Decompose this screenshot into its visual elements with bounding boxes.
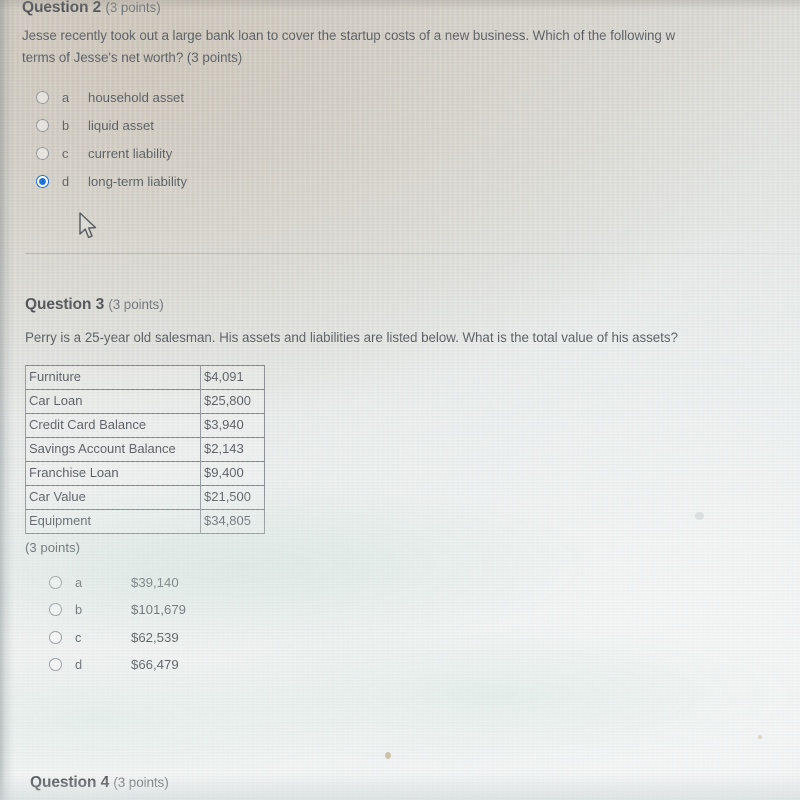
question-4-title: Question 4 <box>30 774 110 791</box>
option-letter-d: d <box>62 173 70 189</box>
asset-value: $2,143 <box>200 437 265 462</box>
table-row: Car Loan $25,800 <box>25 389 265 414</box>
section-divider <box>25 253 800 254</box>
radio-button-b[interactable] <box>49 602 62 616</box>
question-3-points: (3 points) <box>108 297 164 312</box>
question-2-option-b[interactable]: b liquid asset <box>36 115 154 135</box>
question-2-title: Question 2 <box>22 0 102 16</box>
option-label-b: $101,679 <box>131 601 187 617</box>
question-3-title: Question 3 <box>25 296 105 313</box>
question-2-prompt-line-2: terms of Jesse's net worth? (3 points) <box>22 50 243 65</box>
question-2-heading: Question 2 (3 points) <box>22 0 161 17</box>
radio-button-a[interactable] <box>36 90 49 104</box>
question-3-option-c[interactable]: c $62,539 <box>49 627 179 647</box>
asset-label: Savings Account Balance <box>25 437 201 462</box>
option-letter-a: a <box>75 574 83 590</box>
asset-value: $9,400 <box>200 461 265 486</box>
question-2-option-c[interactable]: c current liability <box>36 143 172 163</box>
assets-liabilities-table: Furniture $4,091 Car Loan $25,800 Credit… <box>25 365 265 534</box>
table-row: Credit Card Balance $3,940 <box>25 413 265 438</box>
option-label-c: current liability <box>88 145 173 161</box>
question-2-points: (3 points) <box>105 0 161 15</box>
question-4-points: (3 points) <box>113 775 169 790</box>
question-3-option-d[interactable]: d $66,479 <box>49 654 179 674</box>
table-row: Car Value $21,500 <box>25 485 265 510</box>
radio-button-a[interactable] <box>49 575 62 589</box>
asset-label: Franchise Loan <box>25 461 201 486</box>
table-row: Franchise Loan $9,400 <box>25 461 265 486</box>
question-3-option-a[interactable]: a $39,140 <box>49 572 179 592</box>
table-row: Furniture $4,091 <box>25 365 265 390</box>
asset-label: Equipment <box>25 509 201 534</box>
option-label-d: $66,479 <box>131 656 179 672</box>
asset-value: $3,940 <box>200 413 265 438</box>
table-row: Equipment $34,805 <box>25 509 265 534</box>
photographed-screen: Question 2 (3 points) Jesse recently too… <box>0 0 800 800</box>
question-4-heading: Question 4 (3 points) <box>30 774 169 792</box>
asset-value: $21,500 <box>200 485 265 510</box>
option-label-b: liquid asset <box>88 117 154 133</box>
radio-button-c[interactable] <box>49 630 62 644</box>
asset-value: $4,091 <box>200 365 265 390</box>
question-2-option-d[interactable]: d long-term liability <box>36 171 187 191</box>
option-label-d: long-term liability <box>88 173 187 189</box>
option-label-a: $39,140 <box>131 574 179 590</box>
option-letter-b: b <box>62 117 70 133</box>
radio-button-c[interactable] <box>36 146 49 160</box>
option-letter-a: a <box>62 89 70 105</box>
question-2-prompt: Jesse recently took out a large bank loa… <box>22 25 800 69</box>
question-2-prompt-line-1: Jesse recently took out a large bank loa… <box>22 28 676 43</box>
question-3-prompt: Perry is a 25-year old salesman. His ass… <box>25 330 678 345</box>
question-3-option-b[interactable]: b $101,679 <box>49 599 186 619</box>
option-label-a: household asset <box>88 89 185 105</box>
quiz-content: Question 2 (3 points) Jesse recently too… <box>0 0 800 800</box>
option-label-c: $62,539 <box>131 629 179 645</box>
asset-value: $34,805 <box>200 509 265 534</box>
question-3-heading: Question 3 (3 points) <box>25 296 164 314</box>
assets-table-body: Furniture $4,091 Car Loan $25,800 Credit… <box>25 365 265 534</box>
radio-button-d[interactable] <box>49 657 62 671</box>
option-letter-d: d <box>75 656 83 672</box>
option-letter-c: c <box>62 145 69 161</box>
radio-button-d-selected[interactable] <box>36 174 49 188</box>
asset-label: Car Loan <box>25 389 201 414</box>
question-2-option-a[interactable]: a household asset <box>36 87 184 107</box>
asset-label: Car Value <box>25 485 201 510</box>
asset-value: $25,800 <box>200 389 265 414</box>
question-3-points-note: (3 points) <box>25 540 80 555</box>
radio-button-b[interactable] <box>36 118 49 132</box>
option-letter-c: c <box>75 629 82 645</box>
asset-label: Furniture <box>25 365 201 390</box>
option-letter-b: b <box>75 601 83 617</box>
table-row: Savings Account Balance $2,143 <box>25 437 265 462</box>
asset-label: Credit Card Balance <box>25 413 201 438</box>
